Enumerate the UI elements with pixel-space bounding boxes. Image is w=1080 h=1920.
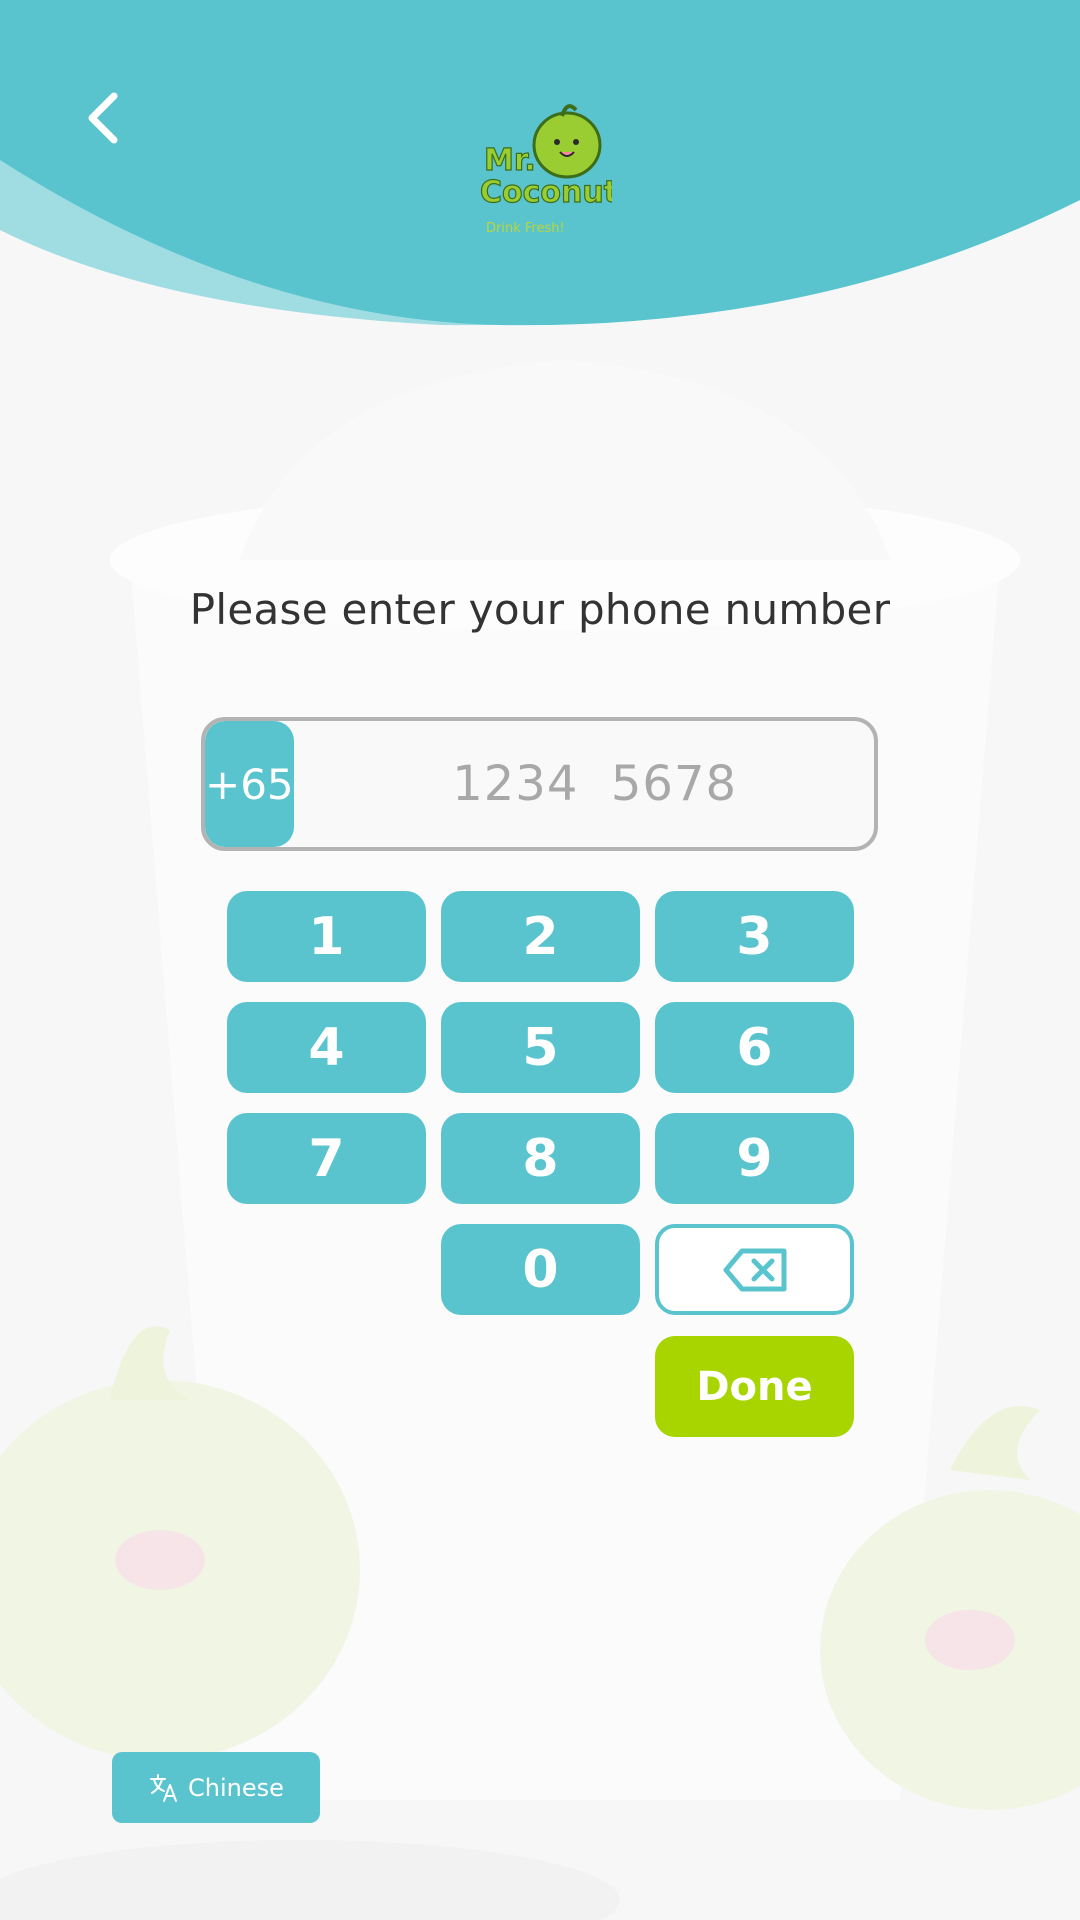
language-label: Chinese: [188, 1773, 284, 1802]
country-code-selector[interactable]: +65: [205, 721, 294, 847]
phone-number-field[interactable]: +65: [201, 717, 878, 851]
logo-text-line2: Coconut: [480, 175, 612, 210]
key-4[interactable]: 4: [227, 1002, 426, 1093]
key-2[interactable]: 2: [441, 891, 640, 982]
brand-logo: Mr. Coconut Drink Fresh!: [472, 100, 619, 240]
backspace-icon: [723, 1248, 786, 1291]
key-8[interactable]: 8: [441, 1113, 640, 1204]
phone-input[interactable]: [293, 721, 874, 847]
done-button[interactable]: Done: [655, 1336, 854, 1437]
back-button[interactable]: [78, 88, 130, 148]
key-1[interactable]: 1: [227, 891, 426, 982]
page-title: Please enter your phone number: [189, 585, 891, 634]
logo-text-line1: Mr.: [484, 143, 536, 178]
key-3[interactable]: 3: [655, 891, 854, 982]
key-9[interactable]: 9: [655, 1113, 854, 1204]
key-6[interactable]: 6: [655, 1002, 854, 1093]
key-5[interactable]: 5: [441, 1002, 640, 1093]
key-7[interactable]: 7: [227, 1113, 426, 1204]
translate-icon: [150, 1773, 178, 1802]
backspace-button[interactable]: [655, 1224, 854, 1315]
logo-tagline: Drink Fresh!: [486, 221, 565, 236]
chevron-left-icon: [88, 92, 118, 144]
key-0[interactable]: 0: [441, 1224, 640, 1315]
language-toggle-button[interactable]: Chinese: [112, 1752, 320, 1823]
